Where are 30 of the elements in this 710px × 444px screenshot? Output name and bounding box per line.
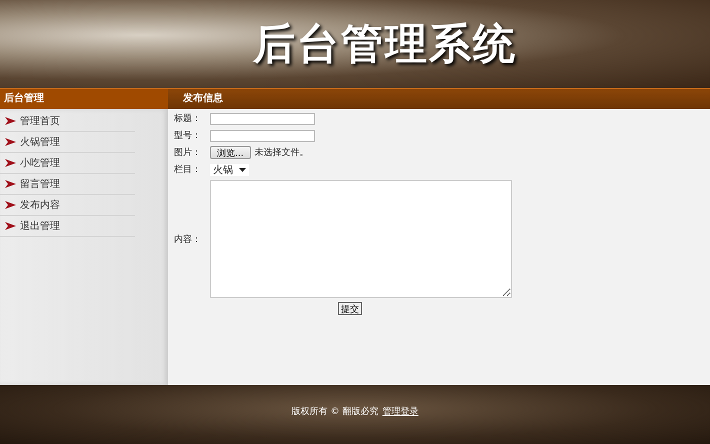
admin-login-link[interactable]: 管理登录 — [382, 405, 418, 418]
sidebar-title: 后台管理 — [0, 89, 168, 109]
field-label: 内容： — [174, 234, 202, 246]
nav-item[interactable]: 火锅管理 — [0, 132, 135, 153]
field-label: 标题： — [174, 112, 202, 125]
arrow-icon — [5, 201, 16, 209]
browse-button[interactable]: 浏览... — [210, 146, 251, 159]
nav-item[interactable]: 管理首页 — [0, 111, 135, 132]
site-title: 后台管理系统 — [253, 18, 517, 70]
nav-item[interactable]: 发布内容 — [0, 195, 135, 216]
nav-item[interactable]: 小吃管理 — [0, 153, 135, 174]
copyright-text: 版权所有 © 翻版必究 — [292, 406, 378, 418]
nav-item[interactable]: 退出管理 — [0, 216, 135, 237]
arrow-icon — [5, 180, 16, 188]
field-label: 型号： — [174, 130, 202, 142]
field-label: 栏目： — [174, 164, 202, 176]
content-textarea[interactable] — [210, 180, 512, 298]
input-field[interactable] — [210, 130, 315, 142]
caret-icon — [239, 168, 246, 172]
file-status: 未选择文件。 — [254, 146, 309, 159]
arrow-icon — [5, 159, 16, 167]
content-title: 发布信息 — [168, 89, 710, 109]
nav-item[interactable]: 留言管理 — [0, 174, 135, 195]
field-label: 图片： — [174, 146, 202, 159]
submit-button[interactable]: 提交 — [338, 302, 362, 315]
category-select[interactable]: 火锅 — [210, 164, 249, 176]
arrow-icon — [5, 138, 16, 146]
input-field[interactable] — [210, 112, 315, 124]
arrow-icon — [5, 117, 16, 125]
arrow-icon — [5, 222, 16, 230]
